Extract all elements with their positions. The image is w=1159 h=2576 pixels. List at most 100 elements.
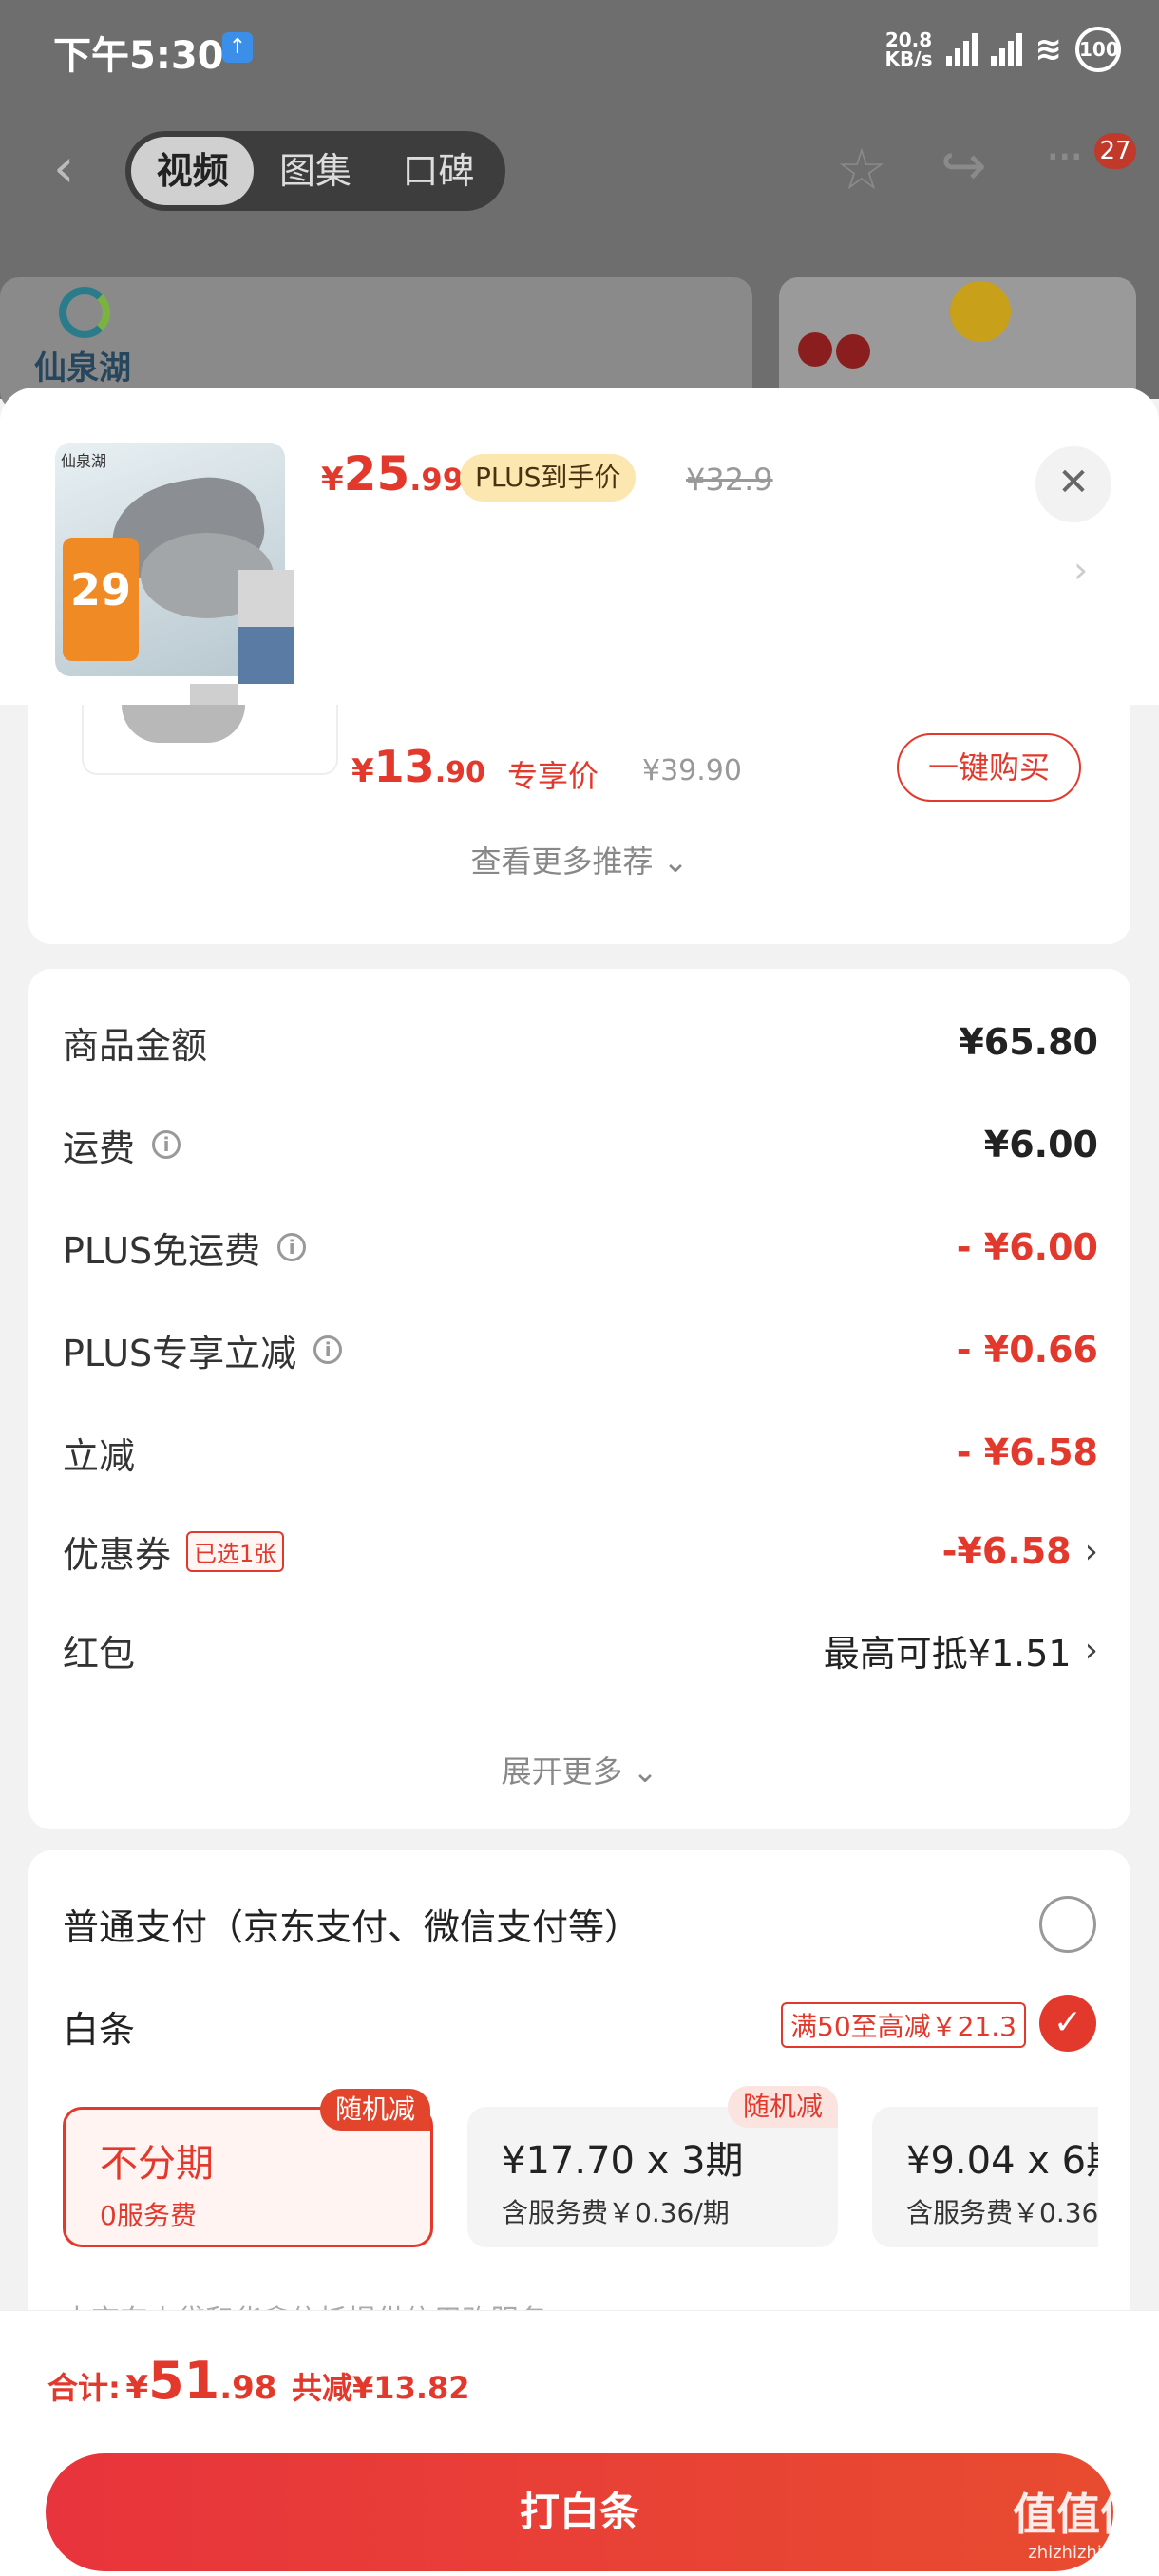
info-icon[interactable]: i <box>314 1335 343 1364</box>
total-label: 合计: <box>48 2370 121 2406</box>
see-more-recommendations[interactable]: 查看更多推荐 ⌄ <box>28 838 1130 881</box>
fee-value: - ¥6.00 <box>956 1226 1098 1268</box>
signal-icon <box>945 33 978 66</box>
recommendation-card: ¥13.90 专享价 ¥39.90 一键购买 查看更多推荐 ⌄ <box>28 705 1130 944</box>
plus-price-tag: PLUS到手价 <box>460 454 636 502</box>
close-button[interactable]: ✕ <box>1036 446 1112 522</box>
fee-row-subtotal: 商品金额 ¥65.80 <box>63 1009 1098 1075</box>
battery-icon: 100 <box>1075 27 1121 72</box>
signal-icon-2 <box>990 33 1022 66</box>
cherry-image <box>798 332 832 367</box>
info-icon[interactable]: i <box>152 1130 181 1159</box>
fee-row-red-packet[interactable]: 红包 最高可抵¥1.51 › <box>63 1617 1098 1683</box>
random-discount-badge: 随机减 <box>727 2086 838 2128</box>
fee-label: 商品金额 <box>63 1024 208 1067</box>
brand-logo-text: 仙泉湖 <box>34 350 131 388</box>
rec-price-currency: ¥ <box>352 752 374 790</box>
random-discount-badge: 随机减 <box>319 2089 430 2131</box>
star-icon[interactable]: ☆ <box>836 137 887 203</box>
watermark: 值值值 zhizhizhi.com <box>1013 2480 1144 2563</box>
back-icon[interactable]: ‹ <box>53 141 91 198</box>
plan-3-installments[interactable]: 随机减 ¥17.70 x 3期 含服务费￥0.36/期 <box>467 2086 838 2247</box>
brand-logo-icon <box>59 287 110 338</box>
watermark-text: 值值值 <box>1013 2489 1144 2540</box>
recommended-product-image[interactable] <box>82 705 338 775</box>
plan-title: ¥9.04 x 6期 <box>906 2139 1098 2183</box>
checkout-sheet: 仙泉湖 29 ¥25.99 PLUS到手价 ¥32.9 ✕ › ¥13.90 专… <box>0 388 1159 2576</box>
fee-row-shipping: 运费 i ¥6.00 <box>63 1111 1098 1178</box>
sheet-header: 仙泉湖 29 ¥25.99 PLUS到手价 ¥32.9 ✕ › <box>0 388 1159 741</box>
order-total: 合计: ¥51.98 共减¥13.82 <box>48 2351 470 2411</box>
upload-icon: ↑ <box>222 32 253 63</box>
total-integer: 51 <box>148 2351 220 2411</box>
price-decimal: .99 <box>409 462 464 498</box>
tab-reviews[interactable]: 口碑 <box>377 137 500 205</box>
fee-value: 最高可抵¥1.51 <box>823 1632 1072 1675</box>
status-bar: 下午5:30 ↑ 20.8 KB/s ≋ 100 <box>0 0 1159 104</box>
fee-label: PLUS免运费 <box>63 1229 261 1272</box>
redacted-block <box>238 570 294 627</box>
plan-service-fee: 含服务费￥0.36/期 <box>906 2197 1098 2228</box>
normal-payment-label[interactable]: 普通支付（京东支付、微信支付等） <box>63 1898 640 1950</box>
fee-label: 红包 <box>63 1632 136 1675</box>
chevron-right-icon: › <box>1084 1531 1098 1571</box>
pay-with-baitiao-button[interactable]: 打白条 <box>46 2453 1113 2571</box>
plan-title: ¥17.70 x 3期 <box>502 2139 744 2183</box>
more-icon[interactable]: ··· <box>1045 129 1085 186</box>
fee-label: PLUS专享立减 <box>63 1332 297 1374</box>
checkout-bottom-bar: 合计: ¥51.98 共减¥13.82 打白条 值值值 zhizhizhi.co… <box>0 2310 1159 2576</box>
rec-price-decimal: .90 <box>434 756 485 789</box>
background-page: 下午5:30 ↑ 20.8 KB/s ≋ 100 ‹ 视频 图集 口碑 ☆ ↪ … <box>0 0 1159 410</box>
cherry-image-2 <box>836 334 870 369</box>
baitiao-label[interactable]: 白条 <box>63 2000 135 2053</box>
fee-breakdown-card: 商品金额 ¥65.80 运费 i ¥6.00 PLUS免运费 i - ¥6.00… <box>28 969 1130 1829</box>
fee-value: -¥6.58 <box>941 1530 1072 1572</box>
chevron-right-icon: › <box>1084 1630 1098 1670</box>
fee-value: ¥6.00 <box>983 1124 1098 1165</box>
price-tag-badge: 29 <box>63 538 139 661</box>
status-indicators: 20.8 KB/s ≋ 100 <box>885 27 1121 72</box>
fee-row-plus-free-shipping: PLUS免运费 i - ¥6.00 <box>63 1214 1098 1280</box>
fee-value: ¥65.80 <box>959 1021 1098 1063</box>
price-currency: ¥ <box>321 461 344 499</box>
expand-more-button[interactable]: 展开更多 ⌄ <box>28 1748 1130 1791</box>
total-decimal: .98 <box>219 2369 277 2407</box>
plan-title: 不分期 <box>100 2142 214 2186</box>
fee-row-instant-discount: 立减 - ¥6.58 <box>63 1419 1098 1486</box>
exclusive-price-label: 专享价 <box>507 758 599 794</box>
info-icon[interactable]: i <box>277 1233 307 1261</box>
total-saved: 共减¥13.82 <box>292 2370 470 2406</box>
net-speed-unit: KB/s <box>884 47 933 70</box>
plan-6-installments[interactable]: ¥9.04 x 6期 含服务费￥0.36/期 <box>872 2107 1098 2247</box>
normal-payment-radio[interactable] <box>1039 1896 1096 1953</box>
one-click-buy-button[interactable]: 一键购买 <box>897 733 1081 802</box>
fee-label: 优惠券 <box>63 1533 172 1576</box>
tab-gallery[interactable]: 图集 <box>254 137 376 205</box>
price-integer: 25 <box>343 446 410 502</box>
baitiao-check-icon[interactable]: ✓ <box>1039 1995 1096 2052</box>
fee-value: - ¥0.66 <box>956 1329 1098 1371</box>
media-tabs: 视频 图集 口碑 <box>125 131 505 211</box>
original-price: ¥32.9 <box>686 462 773 498</box>
fee-label: 运费 <box>63 1127 136 1169</box>
fee-label: 立减 <box>63 1434 136 1477</box>
share-icon[interactable]: ↪ <box>940 133 987 198</box>
redacted-block-2 <box>238 627 294 684</box>
plan-service-fee: 含服务费￥0.36/期 <box>502 2197 730 2228</box>
product-price: ¥25.99 <box>321 446 464 502</box>
plan-service-fee: 0服务费 <box>100 2200 197 2231</box>
recommended-price: ¥13.90 <box>352 741 485 792</box>
lemon-image <box>950 281 1011 342</box>
rec-price-integer: 13 <box>373 741 435 792</box>
nav-bar: ‹ 视频 图集 口碑 ☆ ↪ ··· 27 <box>0 123 1159 218</box>
plan-no-installment[interactable]: 随机减 不分期 0服务费 <box>63 2089 433 2247</box>
chevron-right-icon[interactable]: › <box>1074 549 1088 591</box>
net-speed: 20.8 KB/s <box>885 30 933 68</box>
tab-video[interactable]: 视频 <box>131 137 255 205</box>
watermark-url: zhizhizhi.com <box>1028 2543 1144 2563</box>
fee-row-coupon[interactable]: 优惠券 已选1张 -¥6.58 › <box>63 1518 1098 1584</box>
price-tag-value: 29 <box>69 564 131 616</box>
net-speed-value: 20.8 <box>884 28 933 51</box>
status-time: 下午5:30 <box>53 34 224 78</box>
baitiao-promo-tag: 满50至高减￥21.3 <box>781 2002 1026 2048</box>
